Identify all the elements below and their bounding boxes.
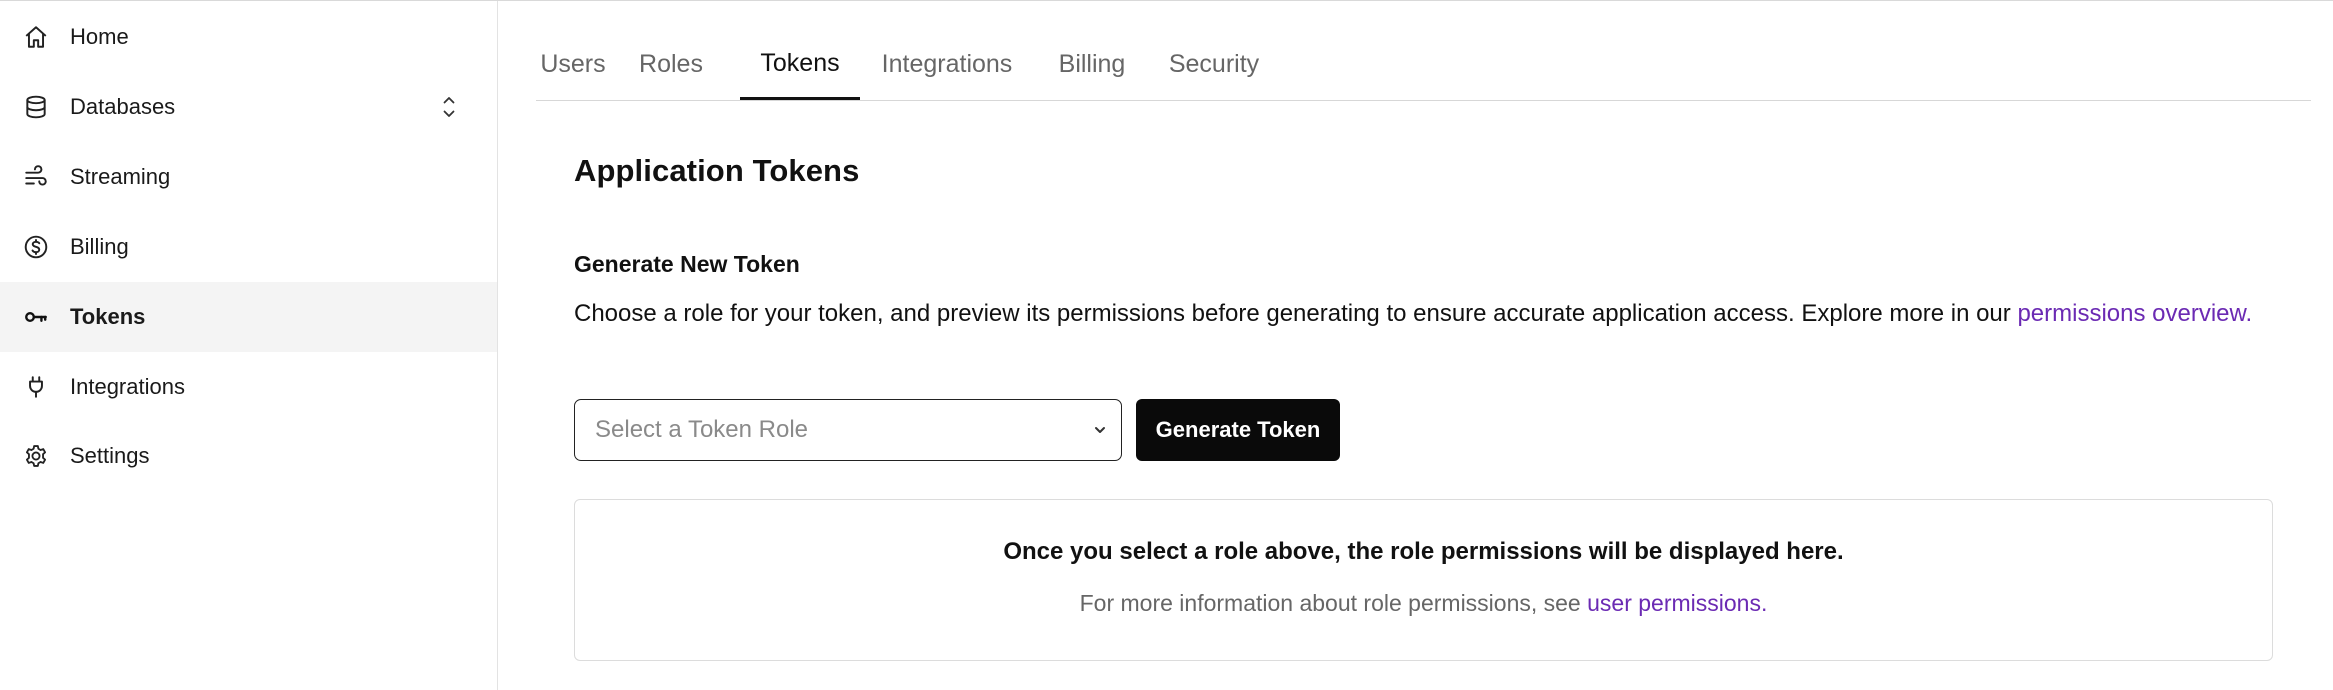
description-text: Choose a role for your token, and previe… [574, 300, 2018, 327]
permissions-overview-link[interactable]: permissions overview [2017, 300, 2245, 327]
sidebar-item-streaming[interactable]: Streaming [0, 142, 497, 212]
sidebar-item-label: Home [70, 24, 129, 49]
tab-security[interactable]: Security [1164, 29, 1264, 100]
token-description: Choose a role for your token, and previe… [574, 295, 2274, 332]
gear-icon [22, 442, 50, 470]
generate-token-button[interactable]: Generate Token [1136, 399, 1340, 461]
sidebar-item-label: Databases [70, 94, 176, 119]
permissions-placeholder-title: Once you select a role above, the role p… [1003, 538, 1844, 565]
sidebar-item-label: Billing [70, 234, 129, 259]
tab-integrations[interactable]: Integrations [878, 29, 1016, 100]
plug-icon [22, 373, 50, 401]
sidebar: Home Databases Streaming Billing Tokens … [0, 1, 498, 690]
tab-roles[interactable]: Roles [636, 29, 706, 100]
sidebar-item-home[interactable]: Home [0, 2, 497, 72]
user-permissions-link[interactable]: user permissions [1587, 590, 1761, 616]
help-period: . [1760, 590, 1768, 616]
help-text: For more information about role permissi… [1079, 590, 1588, 616]
sidebar-item-label: Tokens [70, 304, 146, 329]
sidebar-item-label: Integrations [70, 374, 185, 399]
sidebar-item-label: Streaming [70, 164, 171, 189]
sidebar-item-billing[interactable]: Billing [0, 212, 497, 282]
app-page: Home Databases Streaming Billing Tokens … [0, 0, 2333, 690]
key-icon [22, 303, 50, 331]
sidebar-item-tokens[interactable]: Tokens [0, 282, 497, 352]
sidebar-item-settings[interactable]: Settings [0, 421, 497, 491]
page-title: Application Tokens [574, 153, 860, 188]
role-permissions-panel: Once you select a role above, the role p… [574, 499, 2273, 661]
tab-bar: Users Roles Tokens Integrations Billing … [536, 29, 2311, 101]
description-period: . [2245, 300, 2253, 327]
sidebar-item-label: Settings [70, 443, 150, 468]
token-role-select[interactable]: Select a Token Role [574, 399, 1122, 461]
permissions-help-text: For more information about role permissi… [575, 590, 2272, 617]
streaming-icon [22, 163, 50, 191]
tab-users[interactable]: Users [536, 29, 610, 100]
sidebar-item-integrations[interactable]: Integrations [0, 352, 497, 422]
expand-chevron-icon[interactable] [439, 92, 459, 122]
tab-tokens[interactable]: Tokens [740, 29, 860, 100]
main-content: Users Roles Tokens Integrations Billing … [498, 1, 2333, 690]
select-placeholder: Select a Token Role [595, 416, 809, 443]
sidebar-item-databases[interactable]: Databases [0, 72, 497, 142]
tab-billing[interactable]: Billing [1054, 29, 1130, 100]
generate-token-heading: Generate New Token [574, 251, 800, 277]
chevron-down-icon [1091, 421, 1109, 439]
home-icon [22, 23, 50, 51]
database-icon [22, 93, 50, 121]
dollar-circle-icon [22, 233, 50, 261]
